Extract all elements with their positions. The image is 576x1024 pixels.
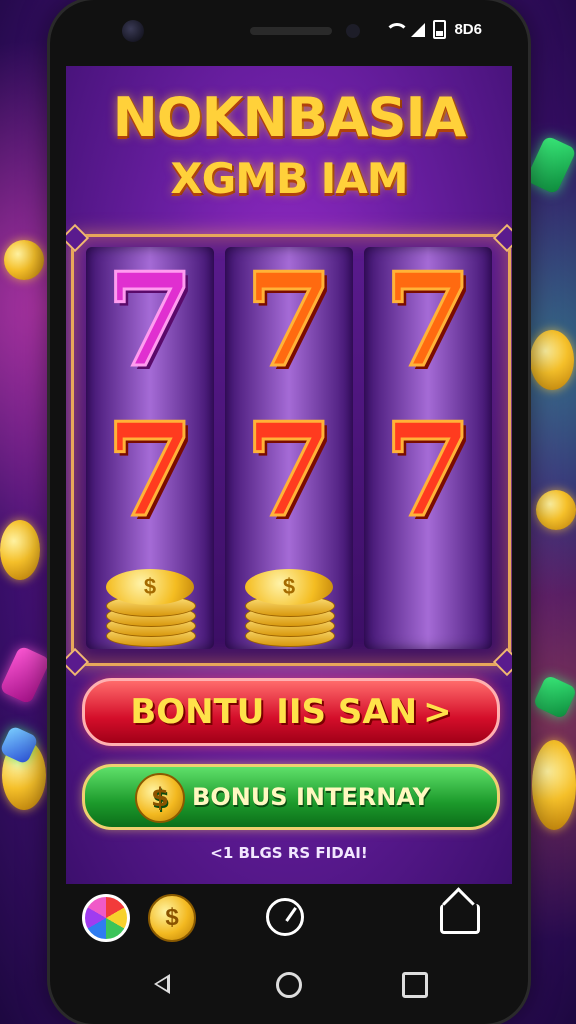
status-icons: 8D6: [385, 20, 482, 39]
game-subtitle: XGMB IAM: [170, 154, 408, 203]
coin-icon[interactable]: $: [148, 894, 196, 942]
back-icon[interactable]: [154, 974, 170, 994]
app-dock: $: [50, 888, 528, 952]
floating-coin-icon: [4, 240, 44, 280]
corner-ornament: [66, 647, 90, 677]
home-icon[interactable]: [440, 904, 480, 934]
slot-reels: 7 7 $ 7 7 $ 7 7: [66, 223, 512, 677]
wifi-icon: [385, 22, 410, 37]
floating-coin-icon: [530, 330, 574, 390]
recents-icon[interactable]: [402, 972, 428, 998]
reel-2: 7 7 $: [225, 247, 353, 649]
reel-symbol-seven: 7: [243, 246, 335, 396]
home-button-icon[interactable]: [276, 972, 302, 998]
reel-symbol-seven: 7: [243, 396, 335, 546]
corner-ornament: [492, 223, 512, 253]
bonus-button[interactable]: $ BONUS INTERNAY: [82, 764, 500, 830]
coin-icon: $: [135, 773, 185, 823]
reel-symbol-seven: 7: [382, 396, 474, 546]
spin-button-label: BONTU IIS SAN: [130, 692, 418, 732]
game-title: NOKNBASIA: [112, 86, 467, 149]
chevron-right-icon: >: [423, 692, 452, 732]
coin-stack-icon: $: [245, 569, 335, 647]
status-clock: 8D6: [454, 21, 482, 38]
coin-dollar: $: [245, 569, 333, 605]
reel-1: 7 7 $: [86, 247, 214, 649]
game-screen: NOKNBASIA XGMB IAM 7 7 $ 7 7 $ 7 7 BONTU…: [66, 66, 512, 884]
floating-coin-icon: [0, 520, 40, 580]
corner-ornament: [66, 223, 90, 253]
corner-ornament: [492, 647, 512, 677]
proximity-sensor: [346, 24, 360, 38]
earpiece-speaker: [250, 27, 332, 35]
spin-button[interactable]: BONTU IIS SAN >: [82, 678, 500, 746]
coin-dollar: $: [106, 569, 194, 605]
reel-symbol-seven: 7: [382, 246, 474, 396]
color-wheel-icon[interactable]: [82, 894, 130, 942]
signal-icon: [411, 22, 426, 37]
bonus-button-label: BONUS INTERNAY: [192, 783, 430, 811]
reel-symbol-seven: 7: [104, 246, 196, 396]
navigation-bar: [50, 960, 528, 1010]
coin-stack-icon: $: [106, 569, 196, 647]
reel-3: 7 7: [364, 247, 492, 649]
reel-symbol-seven: 7: [104, 396, 196, 546]
front-camera: [122, 20, 144, 42]
footnote-text: <1 BLGS RS FIDAI!: [210, 844, 368, 862]
gauge-icon[interactable]: [266, 898, 304, 936]
floating-coin-icon: [536, 490, 576, 530]
status-bar: 8D6: [50, 14, 528, 48]
phone-frame: 8D6 NOKNBASIA XGMB IAM 7 7 $ 7 7 $ 7 7 B…: [50, 0, 528, 1024]
floating-coin-icon: [532, 740, 576, 830]
battery-icon: [433, 20, 447, 39]
